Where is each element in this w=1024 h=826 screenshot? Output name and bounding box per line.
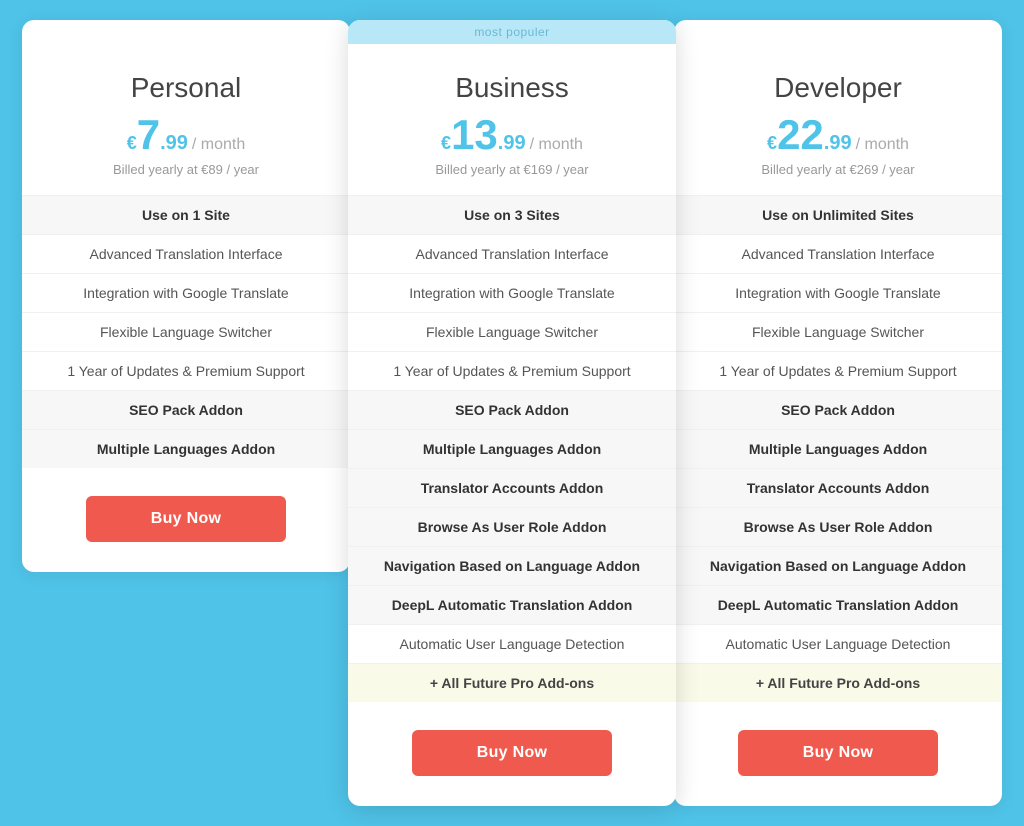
- feature-item: Automatic User Language Detection: [348, 624, 676, 663]
- feature-item: Translator Accounts Addon: [348, 468, 676, 507]
- buy-button-wrap: Buy Now: [348, 702, 676, 776]
- feature-item: Use on Unlimited Sites: [674, 195, 1002, 234]
- feature-item: Multiple Languages Addon: [348, 429, 676, 468]
- feature-item: Flexible Language Switcher: [22, 312, 350, 351]
- price-whole: 7: [137, 114, 160, 156]
- plan-name: Business: [368, 72, 656, 104]
- pricing-container: most populerPersonal€7.99/ monthBilled y…: [22, 20, 1002, 806]
- feature-item: DeepL Automatic Translation Addon: [674, 585, 1002, 624]
- feature-item: Use on 1 Site: [22, 195, 350, 234]
- price-decimal: .99: [160, 133, 188, 153]
- features-list: Use on Unlimited SitesAdvanced Translati…: [674, 195, 1002, 702]
- plan-card-personal: most populerPersonal€7.99/ monthBilled y…: [22, 20, 350, 572]
- buy-now-button-developer[interactable]: Buy Now: [738, 730, 938, 776]
- feature-item: Multiple Languages Addon: [674, 429, 1002, 468]
- most-popular-badge: most populer: [348, 20, 676, 44]
- plan-card-developer: most populerDeveloper€22.99/ monthBilled…: [674, 20, 1002, 806]
- features-list: Use on 1 SiteAdvanced Translation Interf…: [22, 195, 350, 468]
- feature-item: Use on 3 Sites: [348, 195, 676, 234]
- feature-item: SEO Pack Addon: [674, 390, 1002, 429]
- price-period: / month: [856, 136, 909, 154]
- plan-header: Developer €22.99/ month Billed yearly at €…: [674, 44, 1002, 195]
- price-billed: Billed yearly at €169 / year: [368, 162, 656, 177]
- feature-item: Flexible Language Switcher: [674, 312, 1002, 351]
- buy-button-wrap: Buy Now: [674, 702, 1002, 776]
- price-whole: 22: [777, 114, 824, 156]
- feature-item: Flexible Language Switcher: [348, 312, 676, 351]
- feature-item: Navigation Based on Language Addon: [674, 546, 1002, 585]
- feature-item: Advanced Translation Interface: [674, 234, 1002, 273]
- feature-item: Integration with Google Translate: [22, 273, 350, 312]
- buy-now-button-business[interactable]: Buy Now: [412, 730, 612, 776]
- price-currency: €: [767, 134, 777, 152]
- price-whole: 13: [451, 114, 498, 156]
- plan-name: Personal: [42, 72, 330, 104]
- feature-item: SEO Pack Addon: [22, 390, 350, 429]
- buy-button-wrap: Buy Now: [22, 468, 350, 542]
- plan-card-business: most populer Business €13.99/ month Billed …: [348, 20, 676, 806]
- feature-item: + All Future Pro Add-ons: [674, 663, 1002, 702]
- feature-item: + All Future Pro Add-ons: [348, 663, 676, 702]
- feature-item: 1 Year of Updates & Premium Support: [674, 351, 1002, 390]
- feature-item: Browse As User Role Addon: [674, 507, 1002, 546]
- feature-item: SEO Pack Addon: [348, 390, 676, 429]
- buy-now-button-personal[interactable]: Buy Now: [86, 496, 286, 542]
- price-decimal: .99: [824, 133, 852, 153]
- plan-header: Personal €7.99/ month Billed yearly at €89…: [22, 44, 350, 195]
- price-billed: Billed yearly at €269 / year: [694, 162, 982, 177]
- plan-name: Developer: [694, 72, 982, 104]
- plan-price: €22.99/ month: [694, 114, 982, 156]
- features-list: Use on 3 SitesAdvanced Translation Inter…: [348, 195, 676, 702]
- feature-item: 1 Year of Updates & Premium Support: [348, 351, 676, 390]
- feature-item: Advanced Translation Interface: [22, 234, 350, 273]
- price-period: / month: [530, 136, 583, 154]
- plan-price: €13.99/ month: [368, 114, 656, 156]
- feature-item: Integration with Google Translate: [348, 273, 676, 312]
- feature-item: Navigation Based on Language Addon: [348, 546, 676, 585]
- price-billed: Billed yearly at €89 / year: [42, 162, 330, 177]
- price-period: / month: [192, 136, 245, 154]
- price-decimal: .99: [498, 133, 526, 153]
- feature-item: Translator Accounts Addon: [674, 468, 1002, 507]
- feature-item: Browse As User Role Addon: [348, 507, 676, 546]
- feature-item: Integration with Google Translate: [674, 273, 1002, 312]
- feature-item: DeepL Automatic Translation Addon: [348, 585, 676, 624]
- feature-item: Advanced Translation Interface: [348, 234, 676, 273]
- feature-item: Automatic User Language Detection: [674, 624, 1002, 663]
- plan-price: €7.99/ month: [42, 114, 330, 156]
- price-currency: €: [127, 134, 137, 152]
- price-currency: €: [441, 134, 451, 152]
- feature-item: 1 Year of Updates & Premium Support: [22, 351, 350, 390]
- plan-header: Business €13.99/ month Billed yearly at €1…: [348, 44, 676, 195]
- feature-item: Multiple Languages Addon: [22, 429, 350, 468]
